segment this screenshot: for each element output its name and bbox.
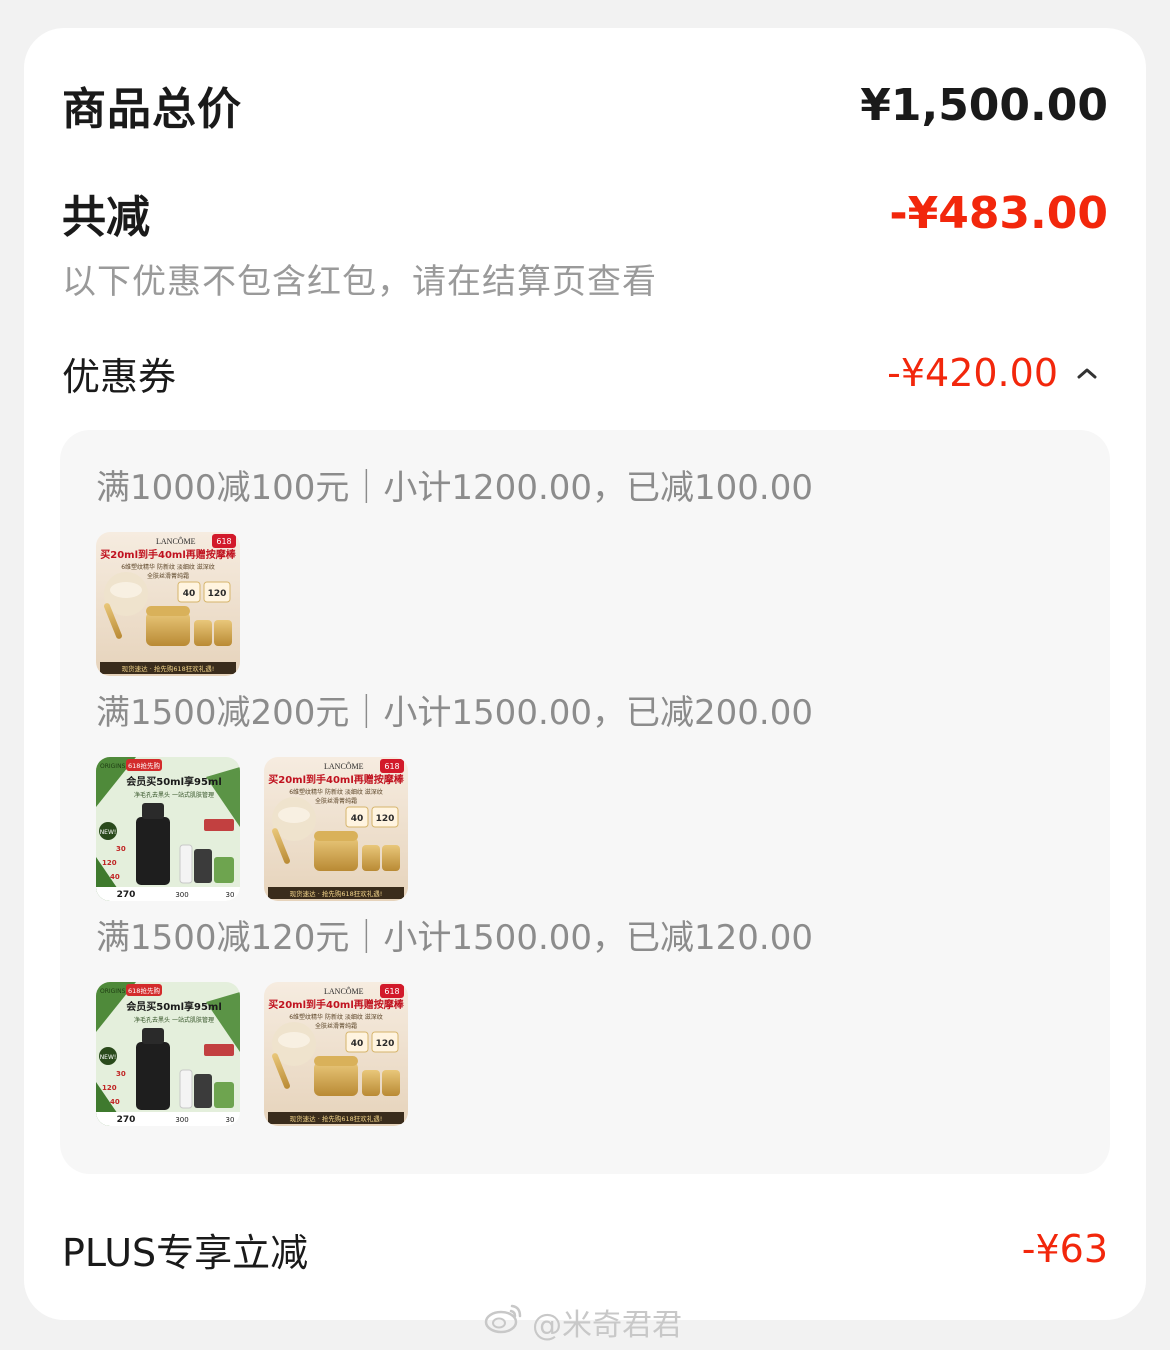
- lancome-sub2: 全肤丝滑菁纯霜: [315, 797, 357, 805]
- origins-price2: 300: [175, 891, 188, 899]
- lancome-n1: 40: [183, 589, 196, 599]
- origins-price3: 30: [226, 891, 235, 899]
- origins-badge: 618抢先购: [128, 986, 160, 995]
- lancome-brand: LANCÔME: [324, 986, 364, 996]
- lancome-badge: 618: [384, 762, 399, 771]
- origins-p3: 40: [110, 1098, 120, 1106]
- product-thumbnail-origins[interactable]: ORIGINS 618抢先购 会员买50ml享95ml 净毛孔去黑头 一站式肌肤…: [96, 757, 240, 901]
- product-thumbnails: ORIGINS 618抢先购 会员买50ml享95ml 净毛孔去黑头 一站式肌肤…: [96, 757, 813, 901]
- origins-headline: 会员买50ml享95ml: [126, 1000, 222, 1013]
- lancome-n2: 120: [376, 814, 395, 824]
- origins-brand: ORIGINS: [100, 763, 126, 770]
- total-price-label: 商品总价: [62, 84, 242, 135]
- origins-price1: 270: [117, 890, 136, 900]
- plus-discount-label: PLUS专享立减: [62, 1230, 309, 1275]
- product-thumbnail-lancome[interactable]: LANCÔME 618 买20ml到手40ml再赠按摩棒 6维塑纹精华 防新纹 …: [264, 982, 408, 1126]
- origins-badge: 618抢先购: [128, 761, 160, 770]
- origins-price1: 270: [117, 1115, 136, 1125]
- origins-headline: 会员买50ml享95ml: [126, 775, 222, 788]
- lancome-headline: 买20ml到手40ml再赠按摩棒: [268, 998, 405, 1011]
- lancome-badge: 618: [216, 537, 231, 546]
- watermark-text: @米奇君君: [532, 1308, 682, 1343]
- discount-notice: 以下优惠不包含红包，请在结算页查看: [62, 262, 657, 302]
- origins-p2: 120: [102, 1084, 117, 1092]
- coupon-group: 满1500减200元｜小计1500.00，已减200.00 ORIGINS 61…: [96, 691, 813, 901]
- lancome-n1: 40: [351, 814, 364, 824]
- origins-p1: 30: [116, 845, 126, 853]
- coupon-label: 优惠券: [62, 354, 177, 399]
- coupon-group-title: 满1500减200元｜小计1500.00，已减200.00: [96, 693, 813, 733]
- total-price-value: ¥1,500.00: [860, 79, 1108, 131]
- total-reduction-row: 共减 -¥483.00: [62, 186, 1108, 244]
- lancome-sub1: 6维塑纹精华 防新纹 淡细纹 滋深纹: [121, 563, 215, 571]
- product-thumbnail-lancome[interactable]: LANCÔME 618 买20ml到手40ml再赠按摩棒 6维塑纹精华 防新纹 …: [96, 532, 240, 676]
- origins-price2: 300: [175, 1116, 188, 1124]
- origins-sub1: 净毛孔去黑头 一站式肌肤管理: [134, 791, 214, 799]
- lancome-n1: 40: [351, 1039, 364, 1049]
- product-thumbnail-origins[interactable]: ORIGINS 618抢先购 会员买50ml享95ml 净毛孔去黑头 一站式肌肤…: [96, 982, 240, 1126]
- lancome-footer: 现货速达 · 抢先购618狂欢礼遇!: [290, 1114, 383, 1123]
- coupon-group: 满1500减120元｜小计1500.00，已减120.00 ORIGINS 61…: [96, 916, 813, 1126]
- lancome-badge: 618: [384, 987, 399, 996]
- lancome-brand: LANCÔME: [324, 761, 364, 771]
- lancome-sub2: 全肤丝滑菁纯霜: [147, 572, 189, 580]
- lancome-footer: 现货速达 · 抢先购618狂欢礼遇!: [122, 664, 215, 673]
- coupon-row[interactable]: 优惠券 -¥420.00: [62, 348, 1108, 399]
- origins-p1: 30: [116, 1070, 126, 1078]
- lancome-brand: LANCÔME: [156, 536, 196, 546]
- lancome-n2: 120: [208, 589, 227, 599]
- origins-p3: 40: [110, 873, 120, 881]
- order-discount-card: 商品总价 ¥1,500.00 共减 -¥483.00 以下优惠不包含红包，请在结…: [24, 28, 1146, 1320]
- coupon-amount: -¥420.00: [887, 351, 1058, 395]
- product-thumbnails: LANCÔME 618 买20ml到手40ml再赠按摩棒 6维塑纹精华 防新纹 …: [96, 532, 813, 676]
- plus-discount-value: -¥63: [1021, 1227, 1108, 1271]
- origins-new: NEW!: [100, 829, 117, 836]
- chevron-up-icon[interactable]: [1072, 358, 1102, 388]
- origins-p2: 120: [102, 859, 117, 867]
- origins-new: NEW!: [100, 1054, 117, 1061]
- coupon-group-title: 满1000减100元｜小计1200.00，已减100.00: [96, 468, 813, 508]
- lancome-sub1: 6维塑纹精华 防新纹 淡细纹 滋深纹: [289, 788, 383, 796]
- product-thumbnails: ORIGINS 618抢先购 会员买50ml享95ml 净毛孔去黑头 一站式肌肤…: [96, 982, 813, 1126]
- origins-price3: 30: [226, 1116, 235, 1124]
- lancome-headline: 买20ml到手40ml再赠按摩棒: [268, 773, 405, 786]
- plus-discount-row: PLUS专享立减 -¥63: [62, 1224, 1108, 1275]
- product-thumbnail-lancome[interactable]: LANCÔME 618 买20ml到手40ml再赠按摩棒 6维塑纹精华 防新纹 …: [264, 757, 408, 901]
- total-reduction-label: 共减: [62, 192, 150, 243]
- lancome-sub1: 6维塑纹精华 防新纹 淡细纹 滋深纹: [289, 1013, 383, 1021]
- coupon-amount-toggle[interactable]: -¥420.00: [887, 351, 1108, 395]
- weibo-icon: [484, 1302, 524, 1342]
- total-reduction-value: -¥483.00: [889, 187, 1108, 239]
- lancome-n2: 120: [376, 1039, 395, 1049]
- coupon-detail-panel: 满1000减100元｜小计1200.00，已减100.00 LANCÔME 61…: [60, 430, 1110, 1174]
- coupon-group-title: 满1500减120元｜小计1500.00，已减120.00: [96, 918, 813, 958]
- coupon-group: 满1000减100元｜小计1200.00，已减100.00 LANCÔME 61…: [96, 466, 813, 676]
- lancome-headline: 买20ml到手40ml再赠按摩棒: [100, 548, 237, 561]
- lancome-footer: 现货速达 · 抢先购618狂欢礼遇!: [290, 889, 383, 898]
- lancome-sub2: 全肤丝滑菁纯霜: [315, 1022, 357, 1030]
- watermark: @米奇君君: [484, 1300, 682, 1344]
- total-price-row: 商品总价 ¥1,500.00: [62, 78, 1108, 136]
- origins-sub1: 净毛孔去黑头 一站式肌肤管理: [134, 1016, 214, 1024]
- origins-brand: ORIGINS: [100, 988, 126, 995]
